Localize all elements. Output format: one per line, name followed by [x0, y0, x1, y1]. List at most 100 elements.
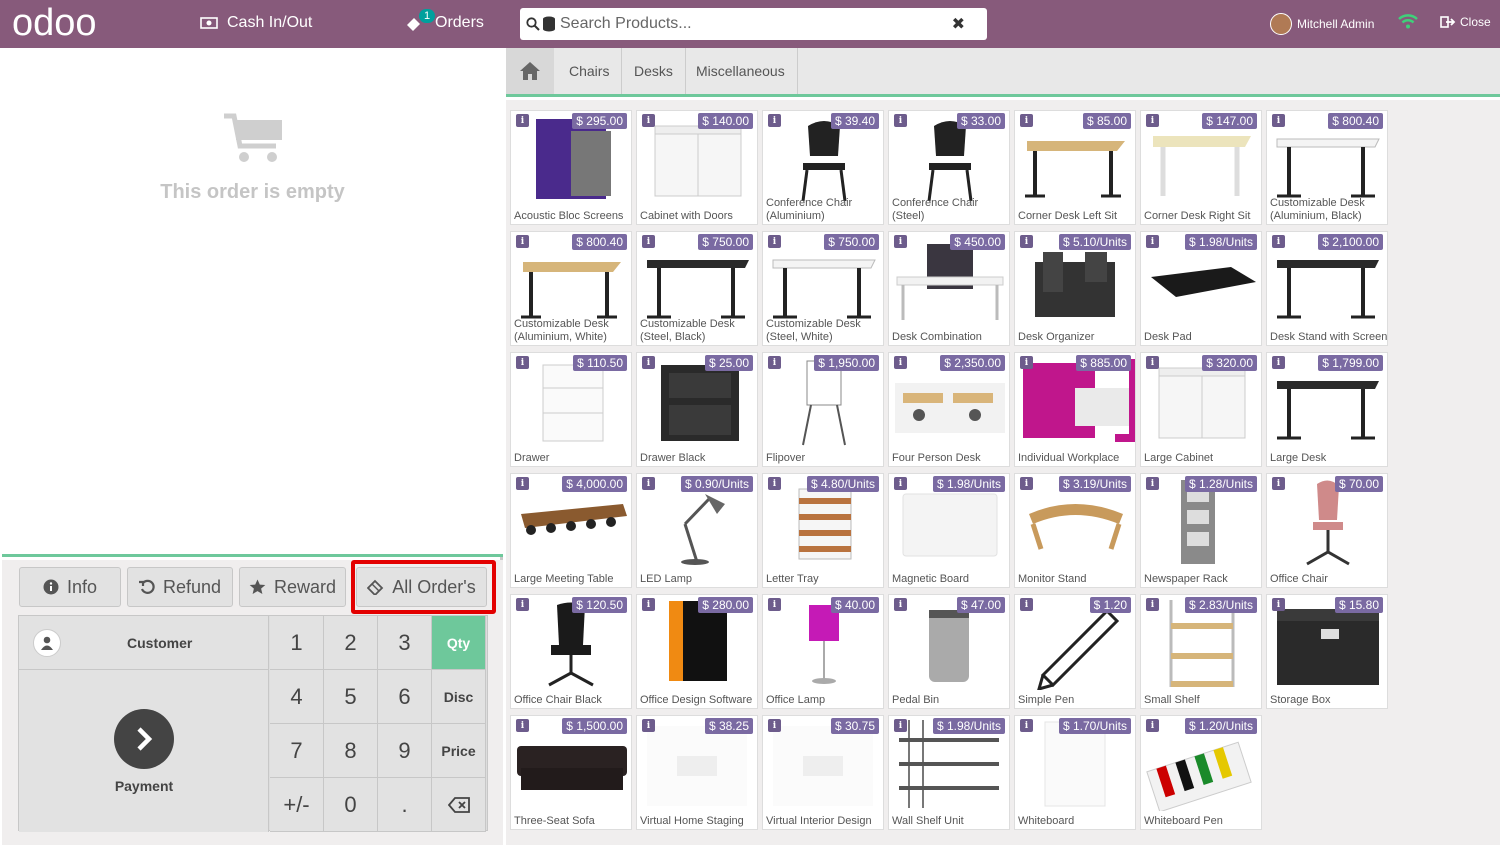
product-card[interactable]: i $ 1,799.00 Large Desk [1266, 352, 1388, 467]
product-info-icon[interactable]: i [1020, 477, 1033, 490]
product-info-icon[interactable]: i [1146, 356, 1159, 369]
product-info-icon[interactable]: i [894, 719, 907, 732]
product-card[interactable]: i $ 450.00 Desk Combination [888, 231, 1010, 346]
product-info-icon[interactable]: i [642, 598, 655, 611]
product-card[interactable]: i $ 1,950.00 Flipover [762, 352, 884, 467]
product-card[interactable]: i $ 30.75 Virtual Interior Design [762, 715, 884, 830]
product-info-icon[interactable]: i [1272, 114, 1285, 127]
product-info-icon[interactable]: i [1272, 235, 1285, 248]
product-card[interactable]: i $ 4,000.00 Large Meeting Table [510, 473, 632, 588]
category-chairs[interactable]: Chairs [557, 48, 623, 94]
product-card[interactable]: i $ 2,100.00 Desk Stand with Screen [1266, 231, 1388, 346]
product-card[interactable]: i $ 147.00 Corner Desk Right Sit [1140, 110, 1262, 225]
product-info-icon[interactable]: i [642, 235, 655, 248]
product-info-icon[interactable]: i [1020, 235, 1033, 248]
product-card[interactable]: i $ 1.98/Units Wall Shelf Unit [888, 715, 1010, 830]
numpad-key-3[interactable]: 3 [378, 616, 432, 670]
product-card[interactable]: i $ 33.00 Conference Chair (Steel) [888, 110, 1010, 225]
cash-in-out-button[interactable]: Cash In/Out [200, 14, 312, 32]
backspace-button[interactable] [432, 778, 486, 832]
product-card[interactable]: i $ 1.28/Units Newspaper Rack [1140, 473, 1262, 588]
refund-button[interactable]: Refund [127, 567, 233, 607]
product-card[interactable]: i $ 2.83/Units Small Shelf [1140, 594, 1262, 709]
numpad-key-4[interactable]: 4 [270, 670, 324, 724]
product-info-icon[interactable]: i [516, 598, 529, 611]
product-card[interactable]: i $ 120.50 Office Chair Black [510, 594, 632, 709]
product-info-icon[interactable]: i [1272, 598, 1285, 611]
product-info-icon[interactable]: i [1146, 114, 1159, 127]
orders-button[interactable]: 1 Orders [405, 9, 484, 32]
numpad-key-8[interactable]: 8 [324, 724, 378, 778]
product-card[interactable]: i $ 2,350.00 Four Person Desk [888, 352, 1010, 467]
product-card[interactable]: i $ 110.50 Drawer [510, 352, 632, 467]
product-info-icon[interactable]: i [642, 477, 655, 490]
product-info-icon[interactable]: i [642, 114, 655, 127]
product-info-icon[interactable]: i [516, 235, 529, 248]
product-info-icon[interactable]: i [768, 598, 781, 611]
numpad-key-7[interactable]: 7 [270, 724, 324, 778]
qty-mode-button[interactable]: Qty [432, 616, 486, 670]
product-info-icon[interactable]: i [642, 719, 655, 732]
product-card[interactable]: i $ 5.10/Units Desk Organizer [1014, 231, 1136, 346]
disc-mode-button[interactable]: Disc [432, 670, 486, 724]
product-info-icon[interactable]: i [516, 356, 529, 369]
product-card[interactable]: i $ 750.00 Customizable Desk (Steel, White… [762, 231, 884, 346]
product-card[interactable]: i $ 70.00 Office Chair [1266, 473, 1388, 588]
product-card[interactable]: i $ 320.00 Large Cabinet [1140, 352, 1262, 467]
reward-button[interactable]: Reward [239, 567, 346, 607]
product-card[interactable]: i $ 800.40 Customizable Desk (Aluminium, W… [510, 231, 632, 346]
product-card[interactable]: i $ 140.00 Cabinet with Doors [636, 110, 758, 225]
product-info-icon[interactable]: i [894, 356, 907, 369]
info-button[interactable]: Info [19, 567, 121, 607]
product-info-icon[interactable]: i [1146, 598, 1159, 611]
product-card[interactable]: i $ 39.40 Conference Chair (Aluminium) [762, 110, 884, 225]
product-info-icon[interactable]: i [1020, 719, 1033, 732]
numpad-key-5[interactable]: 5 [324, 670, 378, 724]
product-card[interactable]: i $ 3.19/Units Monitor Stand [1014, 473, 1136, 588]
customer-button[interactable]: Customer [19, 616, 269, 670]
product-card[interactable]: i $ 295.00 Acoustic Bloc Screens [510, 110, 632, 225]
product-card[interactable]: i $ 750.00 Customizable Desk (Steel, Black… [636, 231, 758, 346]
numpad-key-6[interactable]: 6 [378, 670, 432, 724]
numpad-key-2[interactable]: 2 [324, 616, 378, 670]
product-card[interactable]: i $ 1.98/Units Magnetic Board [888, 473, 1010, 588]
product-info-icon[interactable]: i [894, 114, 907, 127]
product-card[interactable]: i $ 25.00 Drawer Black [636, 352, 758, 467]
product-card[interactable]: i $ 40.00 Office Lamp [762, 594, 884, 709]
product-card[interactable]: i $ 280.00 Office Design Software [636, 594, 758, 709]
product-card[interactable]: i $ 1.20/Units Whiteboard Pen [1140, 715, 1262, 830]
product-info-icon[interactable]: i [894, 235, 907, 248]
product-info-icon[interactable]: i [1146, 235, 1159, 248]
product-card[interactable]: i $ 15.80 Storage Box [1266, 594, 1388, 709]
product-card[interactable]: i $ 1.70/Units Whiteboard [1014, 715, 1136, 830]
product-info-icon[interactable]: i [1020, 598, 1033, 611]
product-info-icon[interactable]: i [1020, 356, 1033, 369]
search-input[interactable] [560, 15, 940, 33]
product-card[interactable]: i $ 1.98/Units Desk Pad [1140, 231, 1262, 346]
product-info-icon[interactable]: i [768, 114, 781, 127]
numpad-key-0[interactable]: 0 [324, 778, 378, 832]
product-info-icon[interactable]: i [894, 477, 907, 490]
product-card[interactable]: i $ 47.00 Pedal Bin [888, 594, 1010, 709]
product-card[interactable]: i $ 85.00 Corner Desk Left Sit [1014, 110, 1136, 225]
database-icon[interactable] [542, 16, 556, 32]
product-card[interactable]: i $ 1.20 Simple Pen [1014, 594, 1136, 709]
numpad-key-1[interactable]: 1 [270, 616, 324, 670]
product-info-icon[interactable]: i [768, 719, 781, 732]
product-info-icon[interactable]: i [1020, 114, 1033, 127]
category-miscellaneous[interactable]: Miscellaneous [684, 48, 798, 94]
product-card[interactable]: i $ 4.80/Units Letter Tray [762, 473, 884, 588]
payment-button[interactable]: Payment [19, 670, 269, 832]
price-mode-button[interactable]: Price [432, 724, 486, 778]
product-card[interactable]: i $ 1,500.00 Three-Seat Sofa [510, 715, 632, 830]
product-card[interactable]: i $ 885.00 Individual Workplace [1014, 352, 1136, 467]
numpad-key-9[interactable]: 9 [378, 724, 432, 778]
product-info-icon[interactable]: i [1272, 477, 1285, 490]
user-menu[interactable]: Mitchell Admin [1270, 13, 1374, 35]
product-card[interactable]: i $ 38.25 Virtual Home Staging [636, 715, 758, 830]
all-orders-button[interactable]: All Order's [356, 567, 487, 607]
product-info-icon[interactable]: i [768, 477, 781, 490]
close-button[interactable]: Close [1440, 15, 1491, 29]
product-info-icon[interactable]: i [894, 598, 907, 611]
numpad-key-plus-minus[interactable]: +/- [270, 778, 324, 832]
